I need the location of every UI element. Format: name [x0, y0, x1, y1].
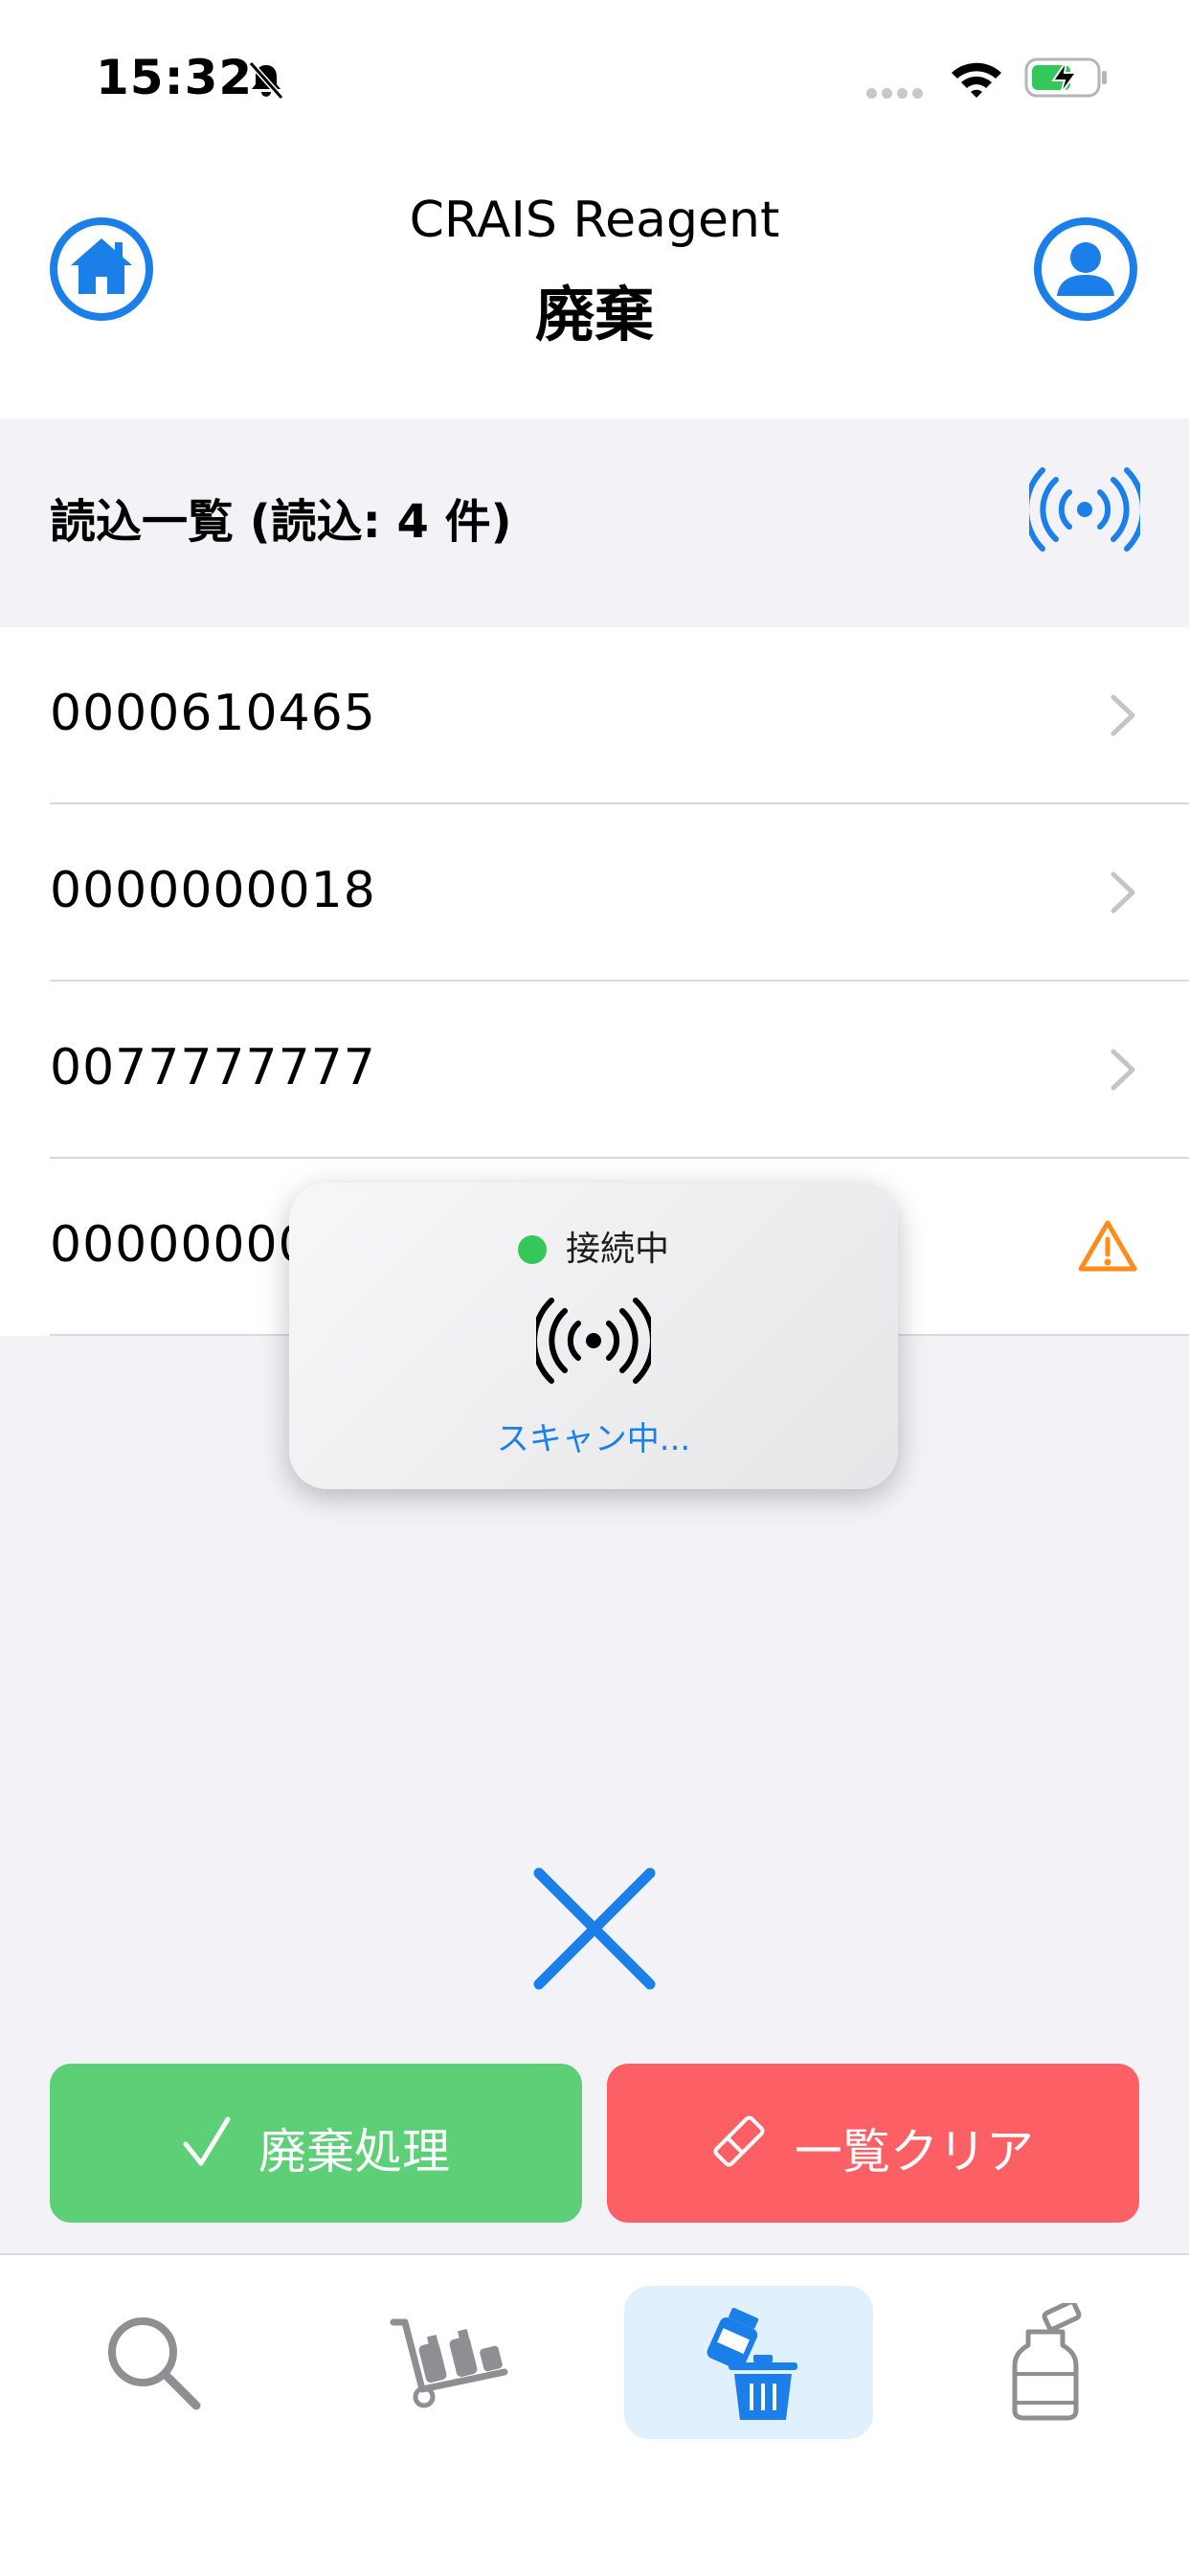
list-item[interactable]: 0000610465	[0, 627, 1189, 804]
signal-dots-icon	[866, 84, 928, 102]
chevron-right-icon	[1110, 871, 1135, 914]
dispose-button[interactable]: 廃棄処理	[50, 2064, 582, 2223]
battery-charging-icon	[1024, 57, 1107, 98]
clear-list-button[interactable]: 一覧クリア	[607, 2064, 1139, 2223]
tab-bar	[0, 2253, 1189, 2576]
tab-search[interactable]	[29, 2286, 278, 2439]
status-bar: 15:32	[0, 0, 1189, 144]
rfid-scan-icon[interactable]	[1029, 466, 1140, 553]
read-list-header: 読込一覧 (読込: 4 件)	[0, 418, 1189, 627]
dispose-bottle-icon	[707, 2307, 797, 2420]
chevron-right-icon	[1110, 694, 1135, 736]
chevron-right-icon	[1110, 1049, 1135, 1091]
tab-hand-truck[interactable]	[325, 2286, 574, 2439]
user-account-icon[interactable]	[1032, 215, 1139, 323]
tab-dispose[interactable]	[624, 2286, 873, 2439]
warning-icon	[1078, 1220, 1137, 1272]
item-code: 0000610465	[50, 685, 376, 742]
scanning-popup: 接続中 スキャン中...	[289, 1183, 898, 1489]
close-icon[interactable]	[531, 1865, 658, 1992]
tab-reagent-bottle[interactable]	[921, 2286, 1170, 2439]
item-code: 0000000018	[50, 862, 376, 919]
status-time: 15:32	[96, 50, 254, 105]
page-title: 廃棄	[534, 280, 654, 350]
list-item[interactable]: 0077777777	[0, 982, 1189, 1159]
dispose-button-label: 廃棄処理	[258, 2124, 450, 2180]
reagent-bottle-icon	[1012, 2303, 1082, 2421]
search-icon	[108, 2317, 201, 2410]
app-name: CRAIS Reagent	[409, 192, 780, 249]
checkmark-icon	[183, 2116, 231, 2166]
item-code: 0077777777	[50, 1039, 376, 1096]
read-list-title: 読込一覧 (読込: 4 件)	[50, 495, 512, 549]
hand-truck-icon	[390, 2318, 508, 2408]
clear-list-button-label: 一覧クリア	[795, 2124, 1034, 2180]
eraser-icon	[713, 2115, 765, 2167]
item-code: 00000000	[50, 1216, 311, 1274]
navigation-bar: CRAIS Reagent 廃棄	[0, 144, 1189, 418]
connection-status-label: 接続中	[565, 1230, 669, 1269]
connected-dot-icon	[517, 1235, 547, 1264]
wifi-icon	[952, 62, 1001, 98]
scanning-status-text: スキャン中...	[496, 1420, 691, 1458]
rfid-signal-icon	[536, 1298, 651, 1384]
list-item[interactable]: 0000000018	[0, 804, 1189, 982]
connection-status: 接続中	[289, 1221, 898, 1271]
silent-bell-icon	[248, 61, 284, 100]
